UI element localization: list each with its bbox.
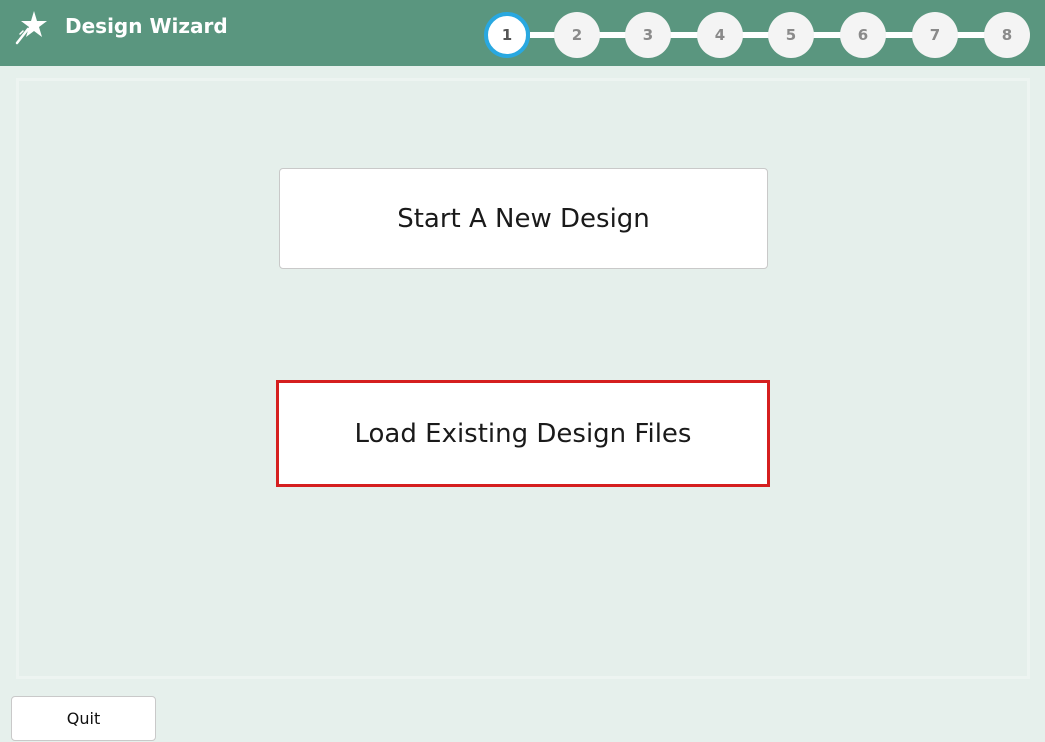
header-bar: Design Wizard 1 2 3 4 5 6 7 8 — [0, 0, 1045, 66]
step-8[interactable]: 8 — [984, 12, 1030, 58]
step-indicator: 1 2 3 4 5 6 7 8 — [0, 0, 1045, 66]
load-existing-design-button[interactable]: Load Existing Design Files — [276, 380, 770, 487]
step-6[interactable]: 6 — [840, 12, 886, 58]
start-new-design-button[interactable]: Start A New Design — [279, 168, 768, 269]
step-1[interactable]: 1 — [484, 12, 530, 58]
step-3[interactable]: 3 — [625, 12, 671, 58]
quit-button[interactable]: Quit — [11, 696, 156, 741]
step-4[interactable]: 4 — [697, 12, 743, 58]
step-2[interactable]: 2 — [554, 12, 600, 58]
step-5[interactable]: 5 — [768, 12, 814, 58]
step-7[interactable]: 7 — [912, 12, 958, 58]
